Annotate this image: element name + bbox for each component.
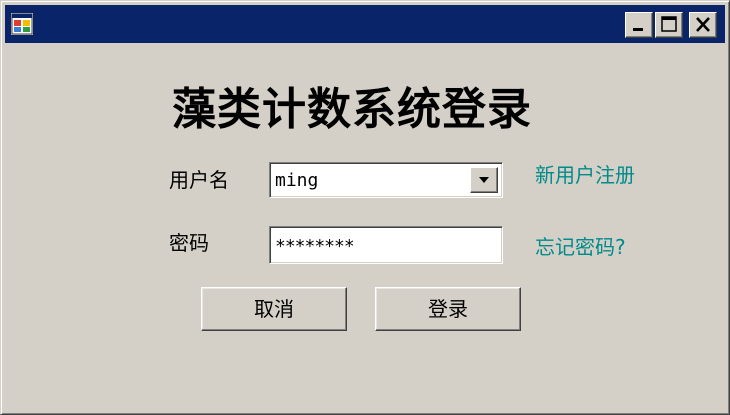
login-button[interactable]: 登录	[375, 287, 521, 331]
chevron-down-icon	[479, 177, 489, 183]
minimize-button[interactable]	[625, 12, 653, 38]
app-window-icon[interactable]	[11, 13, 33, 35]
register-link[interactable]: 新用户注册	[535, 159, 635, 188]
forgot-password-link[interactable]: 忘记密码?	[535, 231, 626, 260]
maximize-button[interactable]	[655, 12, 683, 38]
username-label: 用户名	[169, 168, 229, 192]
cancel-button[interactable]: 取消	[201, 287, 347, 331]
password-label: 密码	[169, 231, 209, 255]
username-dropdown-button[interactable]	[470, 167, 498, 193]
password-value[interactable]: ********	[275, 236, 355, 257]
login-window: 藻类计数系统登录 用户名 ming 新用户注册 密码 ******** 忘记密码…	[0, 0, 730, 415]
title-bar[interactable]	[5, 5, 725, 43]
minimize-icon	[633, 28, 643, 31]
close-icon	[696, 17, 710, 32]
password-field[interactable]: ********	[269, 226, 503, 264]
username-value[interactable]: ming	[275, 170, 318, 191]
close-button[interactable]	[689, 12, 717, 38]
username-combobox[interactable]: ming	[269, 162, 503, 198]
maximize-icon	[661, 16, 677, 32]
page-title: 藻类计数系统登录	[172, 84, 532, 135]
